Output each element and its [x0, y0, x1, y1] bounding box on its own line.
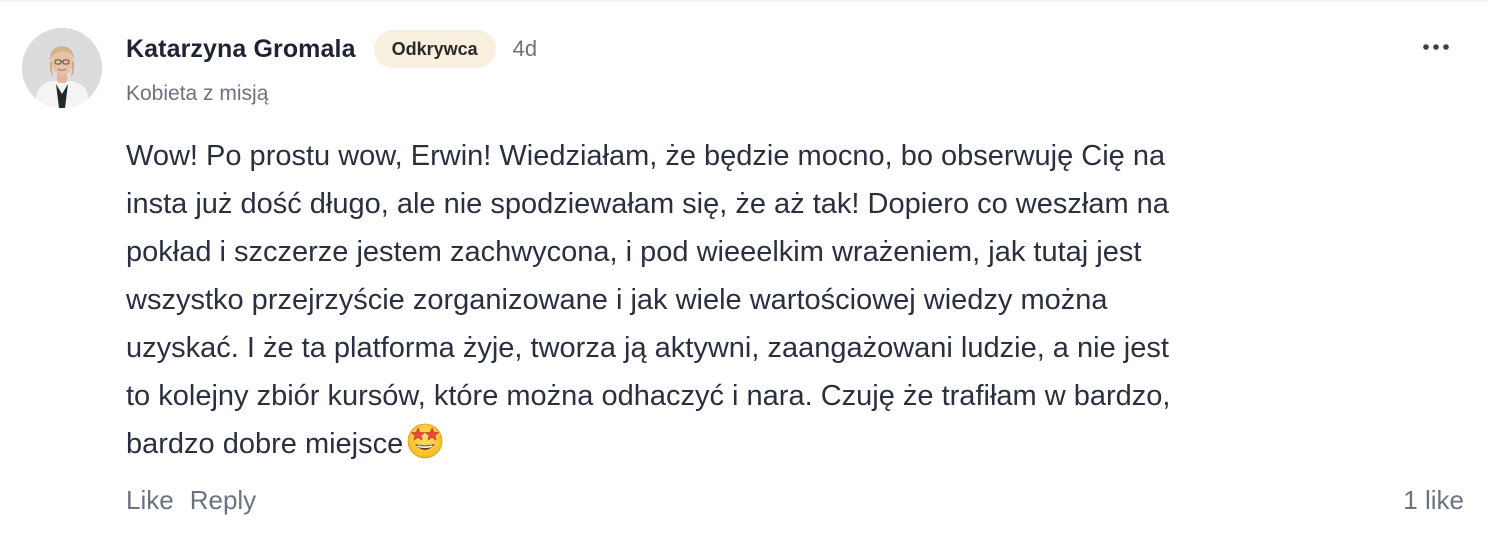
comment-card: Katarzyna Gromala Odkrywca 4d Kobieta z …	[0, 0, 1488, 546]
comment-actions: Like Reply	[126, 480, 256, 520]
author-name[interactable]: Katarzyna Gromala	[126, 35, 356, 64]
comment-timestamp[interactable]: 4d	[513, 36, 537, 62]
more-horizontal-icon	[1423, 44, 1449, 50]
reply-button[interactable]: Reply	[190, 485, 256, 516]
comment-body-text: Wow! Po prostu wow, Erwin! Wiedziałam, ż…	[126, 140, 1171, 460]
likes-count[interactable]: 1 like	[1403, 480, 1464, 520]
like-button[interactable]: Like	[126, 485, 174, 516]
author-subtitle: Kobieta z misją	[126, 82, 269, 105]
star-struck-emoji-icon	[405, 420, 445, 475]
member-level-badge: Odkrywca	[373, 30, 496, 68]
avatar[interactable]	[22, 28, 102, 108]
avatar-image	[22, 28, 102, 108]
more-options-button[interactable]	[1418, 32, 1454, 62]
comment-body: Wow! Po prostu wow, Erwin! Wiedziałam, ż…	[126, 132, 1416, 475]
comment-header: Katarzyna Gromala Odkrywca 4d	[126, 26, 537, 72]
